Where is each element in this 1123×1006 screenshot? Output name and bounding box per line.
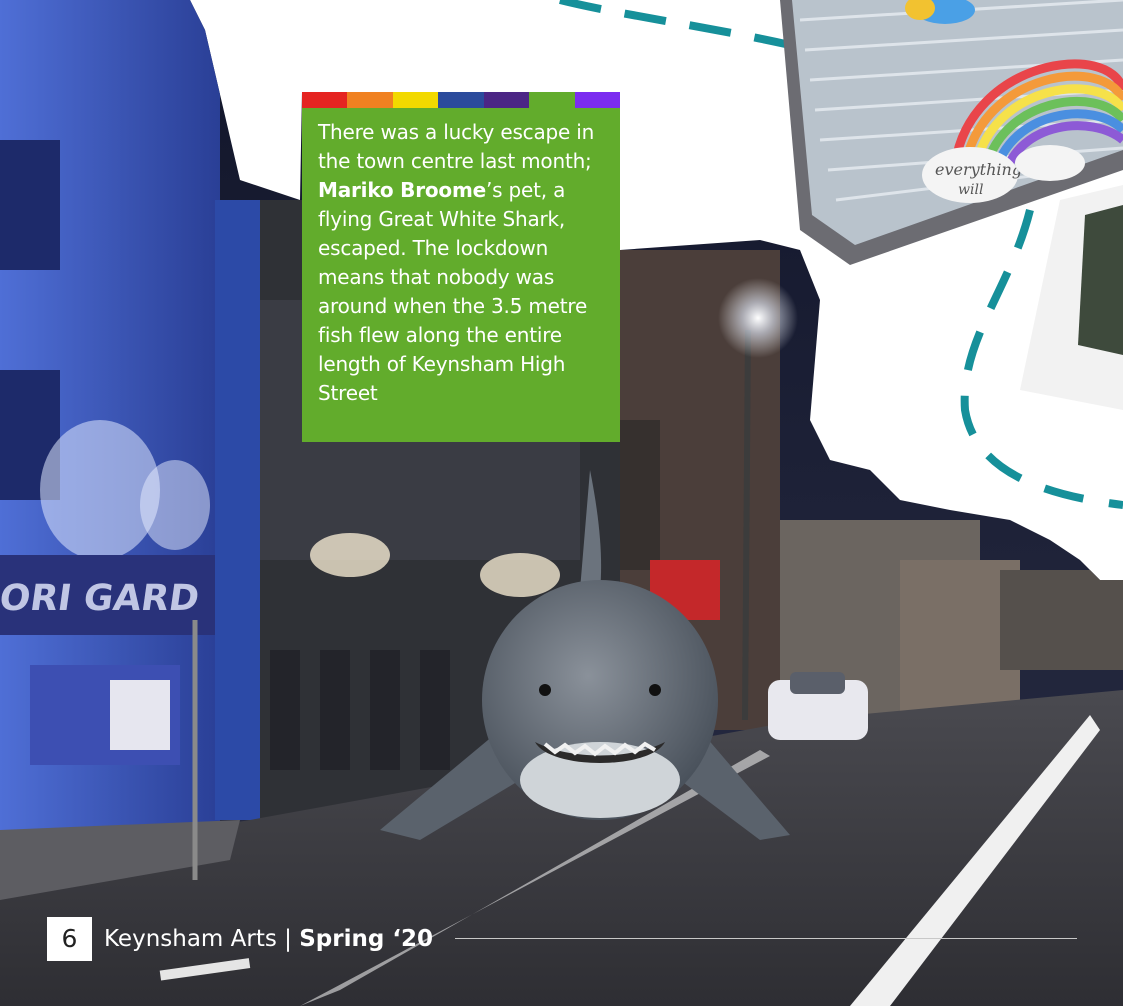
caption-text-before: There was a lucky escape in the town cen…	[318, 120, 595, 173]
footer-divider	[455, 938, 1077, 939]
window-frame-photo	[1020, 185, 1123, 410]
publication-name: Keynsham Arts |	[104, 926, 300, 952]
window-sign-line1: everything	[935, 160, 1022, 179]
rainbow-strip	[302, 92, 620, 108]
page-number: 6	[47, 917, 92, 961]
caption-text-after: ’s pet, a flying Great White Shark, esca…	[318, 178, 588, 405]
window-sign-line2: will	[958, 182, 983, 198]
rainbow-indigo	[483, 92, 530, 108]
footer-publication: Keynsham Arts | Spring ‘20	[104, 921, 433, 961]
rainbow-violet	[574, 92, 620, 108]
teal-dashed-arc-top	[559, 0, 791, 49]
issue-season: Spring ‘20	[299, 926, 434, 952]
rainbow-green	[529, 92, 575, 108]
rainbow-yellow	[392, 92, 439, 108]
caption-name: Mariko Broome	[318, 178, 486, 202]
rainbow-blue	[438, 92, 484, 108]
rainbow-red	[302, 92, 348, 108]
story-caption: There was a lucky escape in the town cen…	[302, 108, 620, 442]
svg-text:IDOORI GARD: IDOORI GARD	[0, 576, 202, 619]
rainbow-orange	[347, 92, 393, 108]
